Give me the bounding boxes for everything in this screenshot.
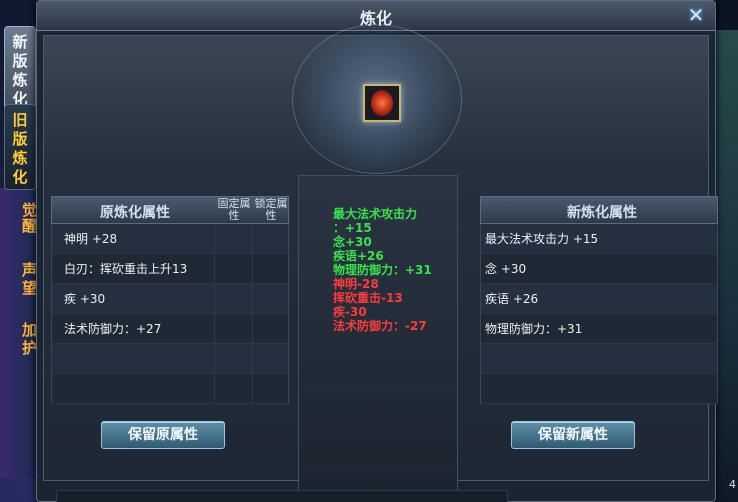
table-row: 疾 +30	[51, 284, 289, 314]
diff-gain: 疾语+26	[333, 249, 384, 263]
item-slot[interactable]	[363, 84, 401, 122]
new-attributes-table: 新炼化属性 最大法术攻击力 +15 念 +30 疾语 +26 物理防御力：+31	[480, 196, 718, 434]
diff-gain: 物理防御力：+31	[333, 263, 432, 277]
diff-gain: 念+30	[333, 235, 372, 249]
diff-gain: 最大法术攻击力	[333, 207, 418, 221]
original-attributes-table: 原炼化属性 固定属性 锁定属性 神明 +28 白刃：挥砍重击上升13 疾 +30…	[51, 196, 289, 434]
game-screen: 觉 醒 声 望 加 护 新版炼化 旧版炼化 4 SH 炼化 ✕	[0, 0, 738, 502]
diff-loss: 神明-28	[333, 277, 379, 291]
table-header: 原炼化属性 固定属性 锁定属性	[51, 196, 289, 224]
table-row: 神明 +28	[51, 224, 289, 254]
footer-bar	[56, 490, 508, 502]
diff-loss: 疾-30	[333, 305, 367, 319]
attr-text: 物理防御力：+31	[485, 322, 583, 336]
table-row: 白刃：挥砍重击上升13	[51, 254, 289, 284]
close-icon[interactable]: ✕	[685, 4, 707, 26]
keep-new-button[interactable]: 保留新属性	[511, 421, 635, 449]
table-row: 法术防御力：+27	[51, 314, 289, 344]
keep-original-button[interactable]: 保留原属性	[101, 421, 225, 449]
attr-text: 念 +30	[485, 262, 527, 276]
tab-new-refine[interactable]: 新版炼化	[4, 26, 36, 114]
background-panel: 觉 醒 声 望 加 护	[0, 188, 38, 478]
refine-content: 原炼化属性 固定属性 锁定属性 神明 +28 白刃：挥砍重击上升13 疾 +30…	[43, 24, 718, 502]
table-header: 新炼化属性	[480, 196, 718, 224]
attribute-diff-panel: 最大法术攻击力 ：+15 念+30 疾语+26 物理防御力：+31 神明-28 …	[298, 175, 458, 497]
refine-window: 炼化 ✕ 原炼化属性 固定属性 锁定属性 神明 +28 白刃：挥砍重击上升13 …	[36, 0, 718, 502]
table-row	[51, 344, 289, 374]
attr-text: 白刃：挥砍重击上升13	[64, 262, 188, 276]
diff-loss: 法术防御力：-27	[333, 319, 427, 333]
attr-text: 最大法术攻击力 +15	[485, 232, 599, 246]
diff-list: 最大法术攻击力 ：+15 念+30 疾语+26 物理防御力：+31 神明-28 …	[333, 207, 453, 333]
diff-gain: ：+15	[333, 221, 372, 235]
table-row: 最大法术攻击力 +15	[480, 224, 718, 254]
table-row	[51, 374, 289, 404]
attr-text: 神明 +28	[64, 232, 118, 246]
table-row: 物理防御力：+31	[480, 314, 718, 344]
table-row: 疾语 +26	[480, 284, 718, 314]
tab-old-refine[interactable]: 旧版炼化	[4, 104, 36, 190]
original-attributes-header: 原炼化属性	[100, 205, 170, 221]
table-rows: 最大法术攻击力 +15 念 +30 疾语 +26 物理防御力：+31	[480, 224, 718, 404]
right-strip-number: 4	[729, 478, 736, 491]
fixed-attr-header: 固定属性	[217, 197, 251, 222]
table-rows: 神明 +28 白刃：挥砍重击上升13 疾 +30 法术防御力：+27	[51, 224, 289, 404]
attr-text: 法术防御力：+27	[64, 322, 162, 336]
refine-item-icon	[371, 90, 393, 116]
table-row	[480, 344, 718, 374]
attr-text: 疾语 +26	[485, 292, 539, 306]
tab-label: 新版炼化	[12, 33, 28, 108]
attr-text: 疾 +30	[64, 292, 106, 306]
tab-label: 旧版炼化	[12, 111, 28, 186]
lock-attr-header: 锁定属性	[254, 197, 288, 222]
table-row: 念 +30	[480, 254, 718, 284]
diff-loss: 挥砍重击-13	[333, 291, 403, 305]
new-attributes-header: 新炼化属性	[567, 205, 637, 221]
table-row	[480, 374, 718, 404]
